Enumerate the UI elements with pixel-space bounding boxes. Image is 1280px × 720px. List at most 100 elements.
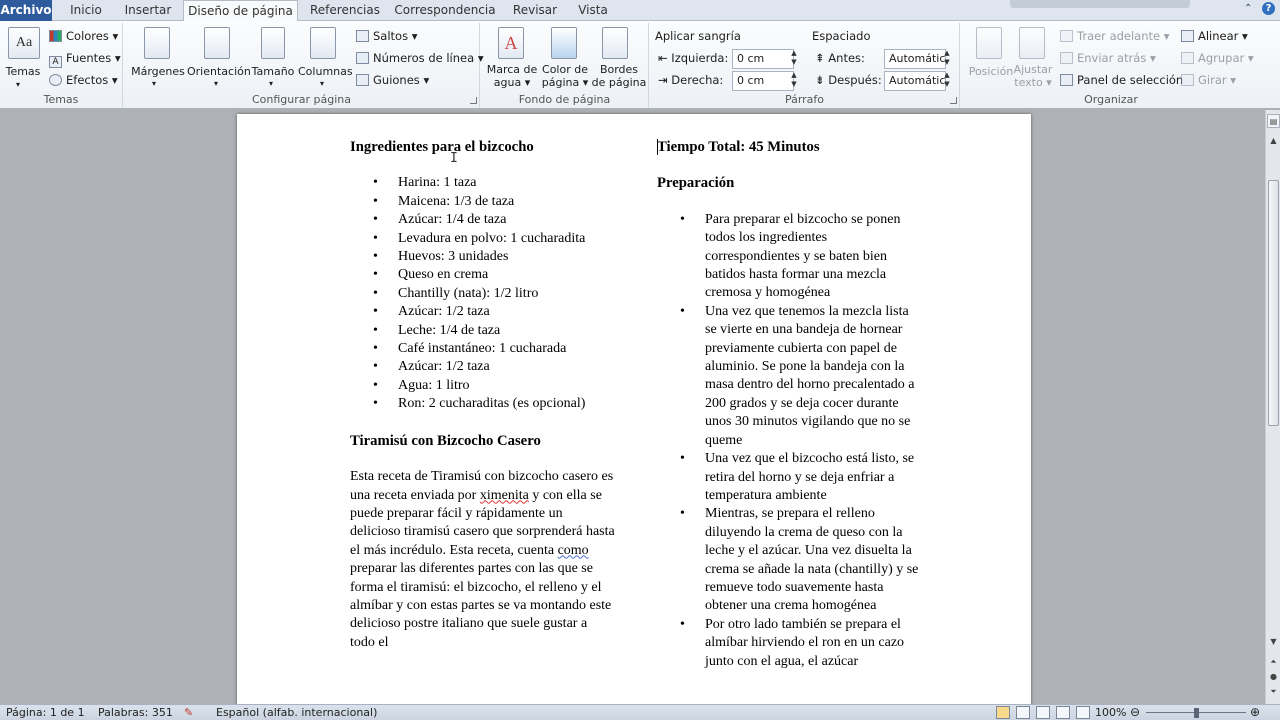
selection-pane-icon bbox=[1060, 74, 1073, 86]
zoom-in-icon[interactable]: ⊕ bbox=[1250, 705, 1260, 720]
panel-de-seleccion-button[interactable]: Panel de selección bbox=[1060, 73, 1183, 87]
spacing-after-icon: ⇟ bbox=[815, 73, 825, 87]
ingredient-item: Queso en crema bbox=[350, 266, 615, 285]
despues-label: Después: bbox=[828, 73, 882, 87]
ajustar-texto-button[interactable]: Ajustar texto ▾ bbox=[1013, 63, 1053, 89]
indent-left-input[interactable]: 0 cm bbox=[732, 49, 794, 69]
grammar-flag-word: como bbox=[557, 542, 589, 558]
ingredient-item: Chantilly (nata): 1/2 litro bbox=[350, 285, 615, 304]
agrupar-button[interactable]: Agrupar ▾ bbox=[1181, 51, 1254, 65]
scroll-down-arrow-icon[interactable]: ▼ bbox=[1267, 635, 1280, 649]
ribbon-tab-bar: Archivo Inicio Insertar Diseño de página… bbox=[0, 0, 1280, 22]
sangria-label: Aplicar sangría bbox=[655, 29, 741, 43]
ingredients-list: Harina: 1 tazaMaicena: 1/3 de tazaAzúcar… bbox=[350, 174, 615, 414]
spacing-after-input[interactable]: Automátic bbox=[884, 71, 946, 91]
girar-button[interactable]: Girar ▾ bbox=[1181, 73, 1236, 87]
indent-right-spinner[interactable]: ▲ ▼ bbox=[788, 71, 800, 91]
tab-vista[interactable]: Vista bbox=[570, 0, 616, 21]
enviar-atras-button[interactable]: Enviar atrás ▾ bbox=[1060, 51, 1156, 65]
saltos-button[interactable]: Saltos ▾ bbox=[356, 29, 418, 43]
numeros-label: Números de línea bbox=[373, 51, 475, 65]
outline-view-icon[interactable] bbox=[1056, 706, 1070, 719]
indent-right-label: ⇥ Derecha: bbox=[658, 73, 723, 87]
fuentes-label: Fuentes bbox=[66, 51, 112, 65]
tab-inicio[interactable]: Inicio bbox=[60, 0, 112, 21]
ingredient-item: Agua: 1 litro bbox=[350, 377, 615, 396]
effects-icon bbox=[49, 74, 62, 86]
dialog-launcher-icon[interactable] bbox=[950, 97, 957, 104]
scrollbar-thumb[interactable] bbox=[1268, 180, 1279, 426]
fuentes-button[interactable]: A Fuentes ▾ bbox=[49, 51, 121, 68]
bordes-de-pagina-button[interactable]: Bordes de página bbox=[591, 63, 647, 89]
chevron-down-icon: ▾ bbox=[214, 79, 219, 88]
marca-de-agua-button[interactable]: Marca de agua ▾ bbox=[485, 63, 539, 89]
scroll-up-arrow-icon[interactable]: ▲ bbox=[1267, 134, 1280, 148]
agrupar-label: Agrupar bbox=[1198, 51, 1245, 65]
girar-label: Girar bbox=[1198, 73, 1227, 87]
preparation-steps-list: Para preparar el bizcocho se ponen todos… bbox=[657, 211, 919, 671]
izquierda-label: Izquierda: bbox=[671, 51, 729, 65]
saltos-label: Saltos bbox=[373, 29, 409, 43]
indent-left-icon: ⇤ bbox=[658, 51, 668, 65]
document-page[interactable]: Ingredientes para el bizcocho Harina: 1 … bbox=[237, 114, 1031, 704]
previous-page-icon[interactable]: ⏶ bbox=[1267, 655, 1280, 669]
color-de-pagina-button[interactable]: Color de página ▾ bbox=[539, 63, 591, 89]
tab-archivo[interactable]: Archivo bbox=[0, 0, 52, 21]
group-label: Configurar página bbox=[251, 93, 352, 106]
indent-left-spinner[interactable]: ▲ ▼ bbox=[788, 49, 800, 69]
group-label: Fondo de página bbox=[518, 93, 611, 106]
bordes-label-2: de página bbox=[591, 76, 647, 89]
ruler-toggle-icon[interactable]: ▤ bbox=[1267, 114, 1280, 128]
preparation-step: Mientras, se prepara el relleno diluyend… bbox=[657, 505, 919, 615]
window-controls bbox=[1010, 0, 1190, 8]
help-icon[interactable]: ? bbox=[1262, 2, 1275, 15]
guiones-button[interactable]: Guiones ▾ bbox=[356, 73, 429, 87]
spacing-after-spinner[interactable]: ▲ ▼ bbox=[941, 71, 953, 91]
i-beam-cursor-icon: I bbox=[450, 151, 458, 166]
spacing-before-spinner[interactable]: ▲ ▼ bbox=[941, 49, 953, 69]
dialog-launcher-icon[interactable] bbox=[470, 97, 477, 104]
guiones-label: Guiones bbox=[373, 73, 420, 87]
posicion-button[interactable]: Posición bbox=[965, 65, 1017, 78]
web-layout-icon[interactable] bbox=[1036, 706, 1050, 719]
spacing-before-input[interactable]: Automátic bbox=[884, 49, 946, 69]
indent-right-input[interactable]: 0 cm bbox=[732, 71, 794, 91]
group-label: Temas bbox=[43, 93, 79, 106]
traer-adelante-button[interactable]: Traer adelante ▾ bbox=[1060, 29, 1170, 43]
minimize-ribbon-icon[interactable]: ⌃ bbox=[1244, 3, 1252, 14]
browse-object-icon[interactable]: ● bbox=[1267, 670, 1280, 684]
colors-icon bbox=[49, 30, 62, 42]
next-page-icon[interactable]: ⏷ bbox=[1267, 685, 1280, 699]
vertical-scrollbar[interactable]: ▤ ▲ ▼ ⏶ ● ⏷ bbox=[1265, 110, 1280, 704]
draft-view-icon[interactable] bbox=[1076, 706, 1090, 719]
efectos-button[interactable]: Efectos ▾ bbox=[49, 73, 118, 87]
tab-referencias[interactable]: Referencias bbox=[304, 0, 386, 21]
zoom-out-icon[interactable]: ⊖ bbox=[1130, 705, 1140, 720]
zoom-slider-handle[interactable] bbox=[1194, 708, 1199, 718]
panel-label: Panel de selección bbox=[1077, 73, 1184, 87]
proofing-icon[interactable]: ✎ bbox=[184, 705, 193, 720]
document-workspace: Ingredientes para el bizcocho Harina: 1 … bbox=[0, 110, 1265, 704]
group-objects-icon bbox=[1181, 52, 1194, 64]
colores-button[interactable]: Colores ▾ bbox=[49, 29, 118, 43]
columns-icon bbox=[310, 27, 336, 59]
zoom-level[interactable]: 100% bbox=[1095, 705, 1126, 720]
numeros-de-linea-button[interactable]: Números de línea ▾ bbox=[356, 51, 484, 65]
tab-correspondencia[interactable]: Correspondencia bbox=[392, 0, 498, 21]
print-layout-view-icon[interactable] bbox=[996, 706, 1010, 719]
page-count[interactable]: Página: 1 de 1 bbox=[6, 705, 85, 720]
margenes-button[interactable]: Márgenes bbox=[128, 65, 188, 78]
alinear-button[interactable]: Alinear ▾ bbox=[1181, 29, 1248, 43]
marca-label-1: Marca de bbox=[486, 63, 538, 76]
temas-button[interactable]: Temas bbox=[2, 65, 44, 78]
tab-diseno-de-pagina[interactable]: Diseño de página bbox=[183, 0, 298, 22]
language-indicator[interactable]: Español (alfab. internacional) bbox=[216, 705, 377, 720]
intro-paragraph: Esta receta de Tiramisú con bizcocho cas… bbox=[350, 468, 615, 652]
tab-revisar[interactable]: Revisar bbox=[505, 0, 565, 21]
word-count[interactable]: Palabras: 351 bbox=[98, 705, 173, 720]
full-screen-reading-icon[interactable] bbox=[1016, 706, 1030, 719]
group-organizar: Posición Ajustar texto ▾ Traer adelante ▾… bbox=[961, 23, 1261, 108]
tab-insertar[interactable]: Insertar bbox=[118, 0, 178, 21]
ingredient-item: Azúcar: 1/2 taza bbox=[350, 303, 615, 322]
page-color-icon bbox=[551, 27, 577, 59]
